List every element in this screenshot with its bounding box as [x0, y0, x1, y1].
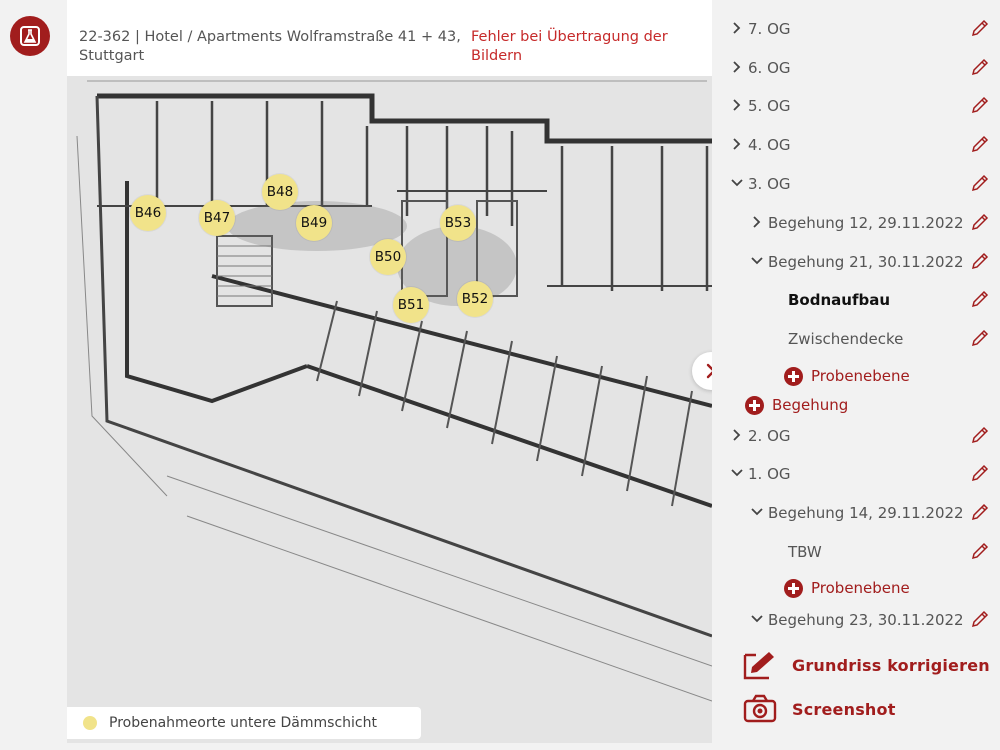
tree-item-label: 4. OG [748, 136, 791, 154]
add-label: Probenebene [811, 579, 910, 597]
pencil-icon[interactable] [970, 212, 990, 232]
sample-marker-b47[interactable]: B47 [199, 200, 235, 236]
tree-item-label: Begehung 23, 30.11.2022 [768, 611, 964, 628]
tree-item-bodnaufbau[interactable]: Bodnaufbau [712, 281, 1000, 319]
pencil-icon[interactable] [970, 95, 990, 115]
plus-circle-icon [784, 578, 803, 598]
legend-marker-swatch [83, 716, 97, 730]
plus-circle-icon [784, 366, 803, 386]
tree-item-begehung-21[interactable]: Begehung 21, 30.11.2022 [712, 243, 1000, 281]
sample-marker-b51[interactable]: B51 [393, 287, 429, 323]
plan-header: 22-362 | Hotel / Apartments Wolframstraß… [67, 0, 712, 76]
add-label: Begehung [772, 396, 849, 414]
tree-item-7-og[interactable]: 7. OG [712, 10, 1000, 48]
tree-item-1-og[interactable]: 1. OG [712, 455, 1000, 493]
pencil-icon[interactable] [970, 425, 990, 445]
app-logo-button[interactable] [10, 16, 50, 56]
flask-icon [20, 26, 40, 46]
chevron-down-icon[interactable] [750, 254, 764, 268]
pencil-icon[interactable] [970, 609, 990, 628]
tree-item-begehung-23[interactable]: Begehung 23, 30.11.2022 [712, 601, 1000, 628]
chevron-right-icon[interactable] [730, 98, 744, 112]
app-root: 22-362 | Hotel / Apartments Wolframstraß… [0, 0, 1000, 750]
tree-item-label: 1. OG [748, 465, 791, 483]
pencil-icon[interactable] [970, 541, 990, 561]
tree-item-4-og[interactable]: 4. OG [712, 126, 1000, 164]
tree-item-label: Begehung 21, 30.11.2022 [768, 253, 964, 271]
tree-item-6-og[interactable]: 6. OG [712, 49, 1000, 87]
pencil-icon[interactable] [970, 289, 990, 309]
tree-item-label: TBW [788, 543, 822, 561]
upload-error-message: Fehler bei Übertragung der Bildern [471, 29, 668, 64]
sample-marker-b53[interactable]: B53 [440, 205, 476, 241]
floor-plan-drawing [67, 76, 712, 743]
floor-tree-panel[interactable]: 7. OG 6. OG 5. OG 4. OG 3. OG Begehung 1… [712, 0, 1000, 628]
tree-item-zwischendecke[interactable]: Zwischendecke [712, 320, 1000, 358]
screenshot-button[interactable]: Screenshot [742, 692, 896, 726]
tree-item-5-og[interactable]: 5. OG [712, 87, 1000, 125]
tree-item-label: Begehung 14, 29.11.2022 [768, 504, 964, 522]
sample-marker-b46[interactable]: B46 [130, 195, 166, 231]
edit-square-icon [743, 652, 774, 680]
tree-item-label: Bodnaufbau [788, 291, 891, 309]
tree-item-label: Zwischendecke [788, 330, 904, 348]
project-title: 22-362 | Hotel / Apartments Wolframstraß… [79, 29, 461, 64]
add-probenebene-button[interactable]: Probenebene [784, 575, 910, 601]
tree-item-label: 3. OG [748, 175, 791, 193]
pencil-icon[interactable] [970, 57, 990, 77]
add-begehung-button[interactable]: Begehung [745, 392, 848, 418]
correct-plan-label: Grundriss korrigieren [792, 655, 990, 675]
tree-item-begehung-14[interactable]: Begehung 14, 29.11.2022 [712, 494, 1000, 532]
tree-item-label: 6. OG [748, 59, 791, 77]
sample-marker-b52[interactable]: B52 [457, 281, 493, 317]
chevron-down-icon[interactable] [750, 505, 764, 519]
tree-item-label: 2. OG [748, 427, 791, 445]
plus-circle-icon [745, 395, 764, 415]
pencil-icon[interactable] [970, 173, 990, 193]
floor-plan-view[interactable]: B46 B47 B48 B49 B50 B51 B52 B53 Probenah… [67, 76, 712, 743]
chevron-down-icon[interactable] [730, 176, 744, 190]
chevron-right-icon[interactable] [730, 428, 744, 442]
add-probenebene-button[interactable]: Probenebene [784, 363, 910, 389]
pencil-icon[interactable] [970, 502, 990, 522]
pencil-icon[interactable] [970, 134, 990, 154]
legend-label: Probenahmeorte untere Dämmschicht [109, 715, 377, 731]
camera-icon [743, 694, 777, 723]
sample-marker-b50[interactable]: B50 [370, 239, 406, 275]
screenshot-label: Screenshot [792, 699, 896, 719]
sample-marker-b49[interactable]: B49 [296, 205, 332, 241]
plan-legend: Probenahmeorte untere Dämmschicht [67, 707, 421, 739]
pencil-icon[interactable] [970, 18, 990, 38]
pencil-icon[interactable] [970, 251, 990, 271]
chevron-down-icon[interactable] [730, 466, 744, 480]
plan-actions: Grundriss korrigieren Screenshot [712, 628, 1000, 750]
tree-item-label: 7. OG [748, 20, 791, 38]
tree-item-begehung-12[interactable]: Begehung 12, 29.11.2022 [712, 204, 1000, 242]
chevron-right-icon[interactable] [730, 137, 744, 151]
pencil-icon[interactable] [970, 463, 990, 483]
chevron-right-icon[interactable] [750, 215, 764, 229]
sample-marker-b48[interactable]: B48 [262, 174, 298, 210]
chevron-right-icon[interactable] [730, 60, 744, 74]
tree-item-2-og[interactable]: 2. OG [712, 417, 1000, 455]
tree-item-3-og[interactable]: 3. OG [712, 165, 1000, 203]
tree-item-label: 5. OG [748, 97, 791, 115]
tree-item-tbw[interactable]: TBW [712, 533, 1000, 571]
add-label: Probenebene [811, 367, 910, 385]
tree-item-label: Begehung 12, 29.11.2022 [768, 214, 964, 232]
correct-plan-button[interactable]: Grundriss korrigieren [742, 648, 990, 682]
chevron-right-icon[interactable] [730, 21, 744, 35]
pencil-icon[interactable] [970, 328, 990, 348]
chevron-down-icon[interactable] [750, 612, 764, 626]
